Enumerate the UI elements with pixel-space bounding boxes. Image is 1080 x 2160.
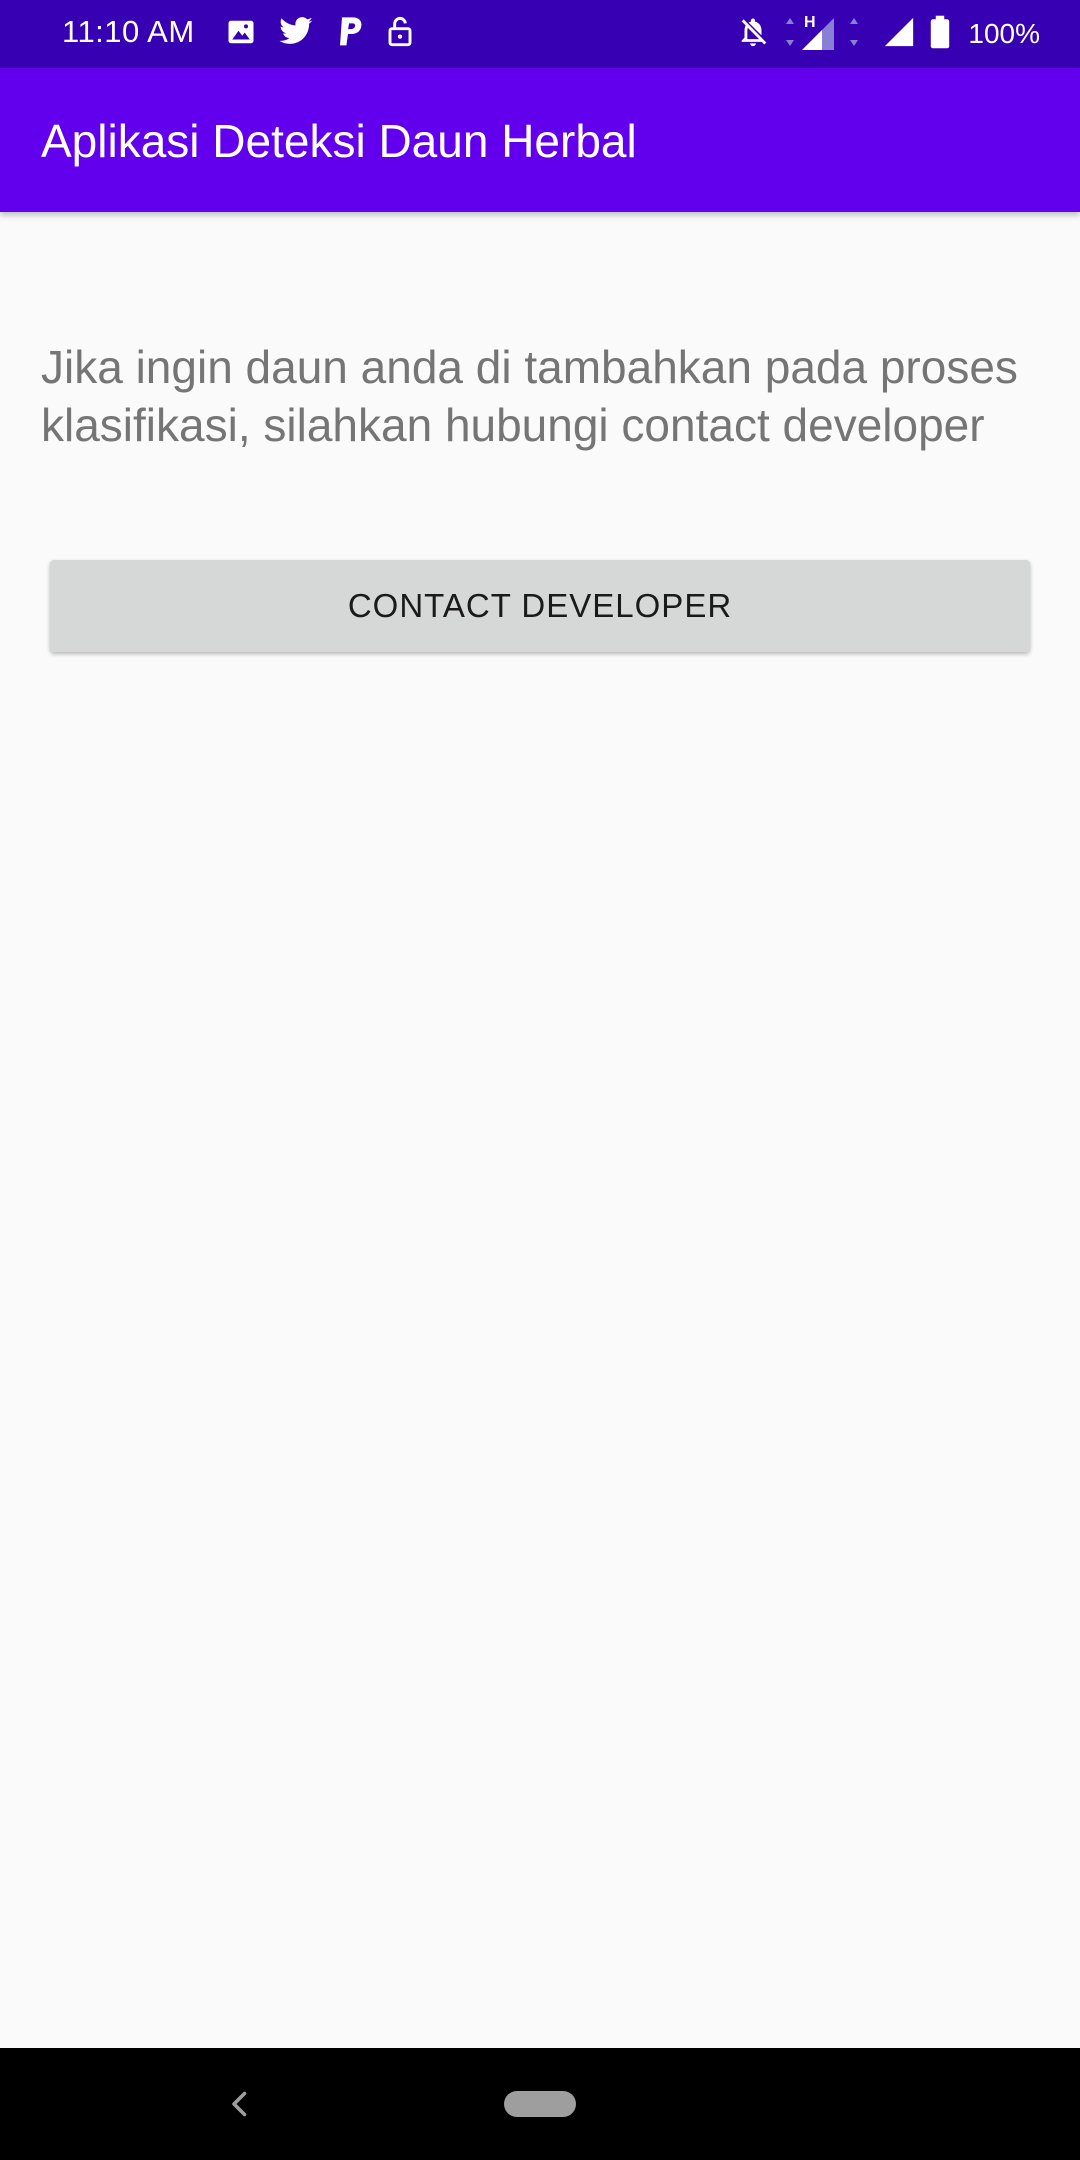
contact-developer-button[interactable]: CONTACT DEVELOPER bbox=[50, 560, 1030, 652]
svg-text:H: H bbox=[804, 14, 816, 31]
battery-icon bbox=[930, 15, 950, 54]
signal-icon bbox=[882, 15, 916, 54]
image-icon bbox=[226, 17, 256, 52]
back-icon[interactable] bbox=[222, 2086, 258, 2122]
app-bar: Aplikasi Deteksi Daun Herbal bbox=[0, 68, 1080, 212]
home-pill-icon[interactable] bbox=[504, 2091, 576, 2117]
status-bar: 11:10 AM H 100% bbox=[0, 0, 1080, 68]
status-left-icons bbox=[226, 16, 414, 52]
status-right-icons: H 100% bbox=[736, 12, 1040, 56]
navigation-bar bbox=[0, 2048, 1080, 2160]
unlock-icon bbox=[386, 16, 414, 53]
status-time: 11:10 AM bbox=[62, 14, 195, 49]
app-title: Aplikasi Deteksi Daun Herbal bbox=[41, 115, 637, 167]
info-text: Jika ingin daun anda di tambahkan pada p… bbox=[41, 341, 1018, 451]
paypal-icon bbox=[336, 16, 364, 53]
notifications-off-icon bbox=[736, 15, 770, 54]
twitter-icon bbox=[278, 16, 314, 52]
battery-percentage: 100% bbox=[968, 18, 1040, 49]
screen: 11:10 AM H 100% Aplikasi Deteksi Daun He… bbox=[0, 0, 1080, 2160]
signal-h-icon: H bbox=[784, 12, 868, 57]
